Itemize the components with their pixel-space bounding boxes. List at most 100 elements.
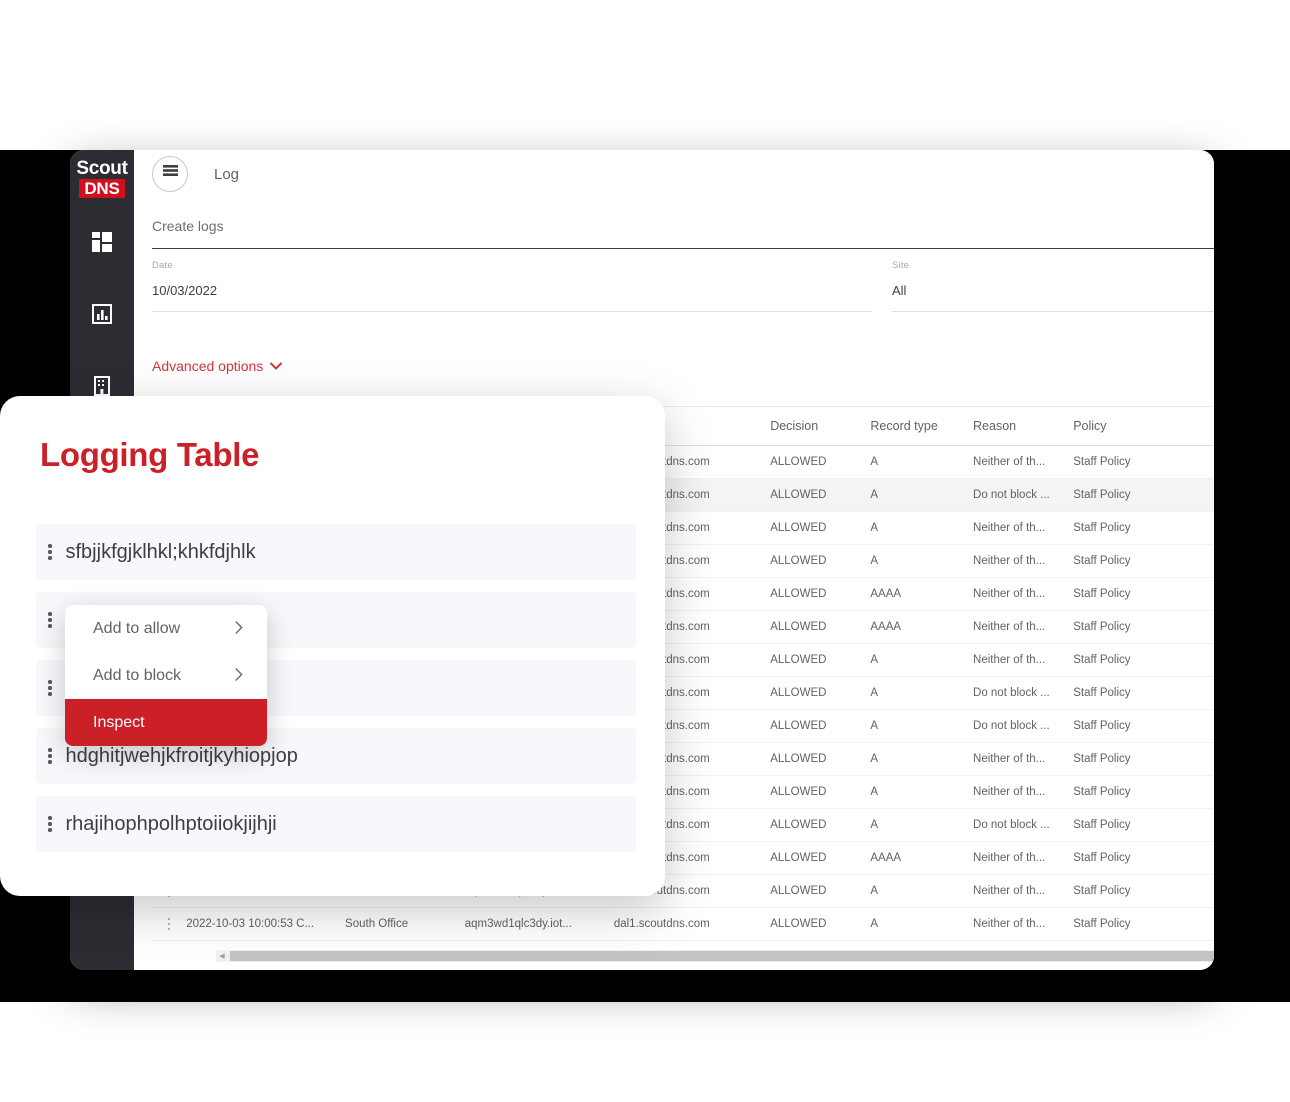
logo-word-scout: Scout (76, 157, 128, 179)
advanced-options-toggle[interactable]: Advanced options (152, 358, 283, 374)
scroll-left-arrow[interactable]: ◀ (216, 950, 228, 962)
cell-decision: ALLOWED (770, 775, 871, 809)
cell-record-type: AAAA (870, 577, 974, 611)
scrollbar-thumb[interactable] (230, 951, 1214, 961)
cell-policy: Staff Policy (1073, 445, 1214, 479)
overlay-card-title: Logging Table (40, 436, 260, 473)
cell-decision: ALLOWED (770, 577, 871, 611)
cell-record-type: A (870, 544, 974, 578)
menu-item-label: Add to block (93, 666, 182, 684)
cell-reason: Neither of th... (973, 841, 1074, 875)
list-item[interactable]: sfbjjkfgjklhkl;khkfdjhlk (36, 524, 636, 580)
list-item[interactable]: rhajihophpolhptoiiokjijhji (36, 796, 636, 852)
cell-record-type: AAAA (870, 841, 974, 875)
cell-record-type: A (870, 511, 974, 545)
row-actions-icon[interactable] (152, 917, 186, 931)
cell-record-type: A (870, 742, 974, 776)
menu-item-add-to-allow[interactable]: Add to allow (65, 605, 267, 652)
cell-policy: Staff Policy (1073, 544, 1214, 578)
cell-policy: Staff Policy (1073, 643, 1214, 677)
cell-decision: ALLOWED (770, 676, 871, 710)
cell-record-type: A (870, 676, 974, 710)
site-field[interactable]: Site All (892, 260, 1214, 312)
create-logs-row[interactable]: Create logs (152, 210, 1214, 249)
cell-decision: ALLOWED (770, 511, 871, 545)
dashboard-grid-icon (91, 231, 113, 253)
date-field-underline (152, 311, 872, 312)
list-menu-button[interactable] (152, 156, 188, 192)
log-filter-form: Create logs Date 10/03/2022 Site All Adv… (134, 198, 1214, 398)
cell-reason: Neither of th... (973, 610, 1074, 644)
create-logs-label: Create logs (152, 218, 224, 234)
menu-item-add-to-block[interactable]: Add to block (65, 652, 267, 699)
cell-policy: Staff Policy (1073, 511, 1214, 545)
cell-record-type: A (870, 709, 974, 743)
col-head-record-type[interactable]: Record type (870, 407, 974, 446)
col-head-policy[interactable]: Policy (1073, 407, 1214, 446)
cell-policy: Staff Policy (1073, 676, 1214, 710)
sidebar-item-dashboard[interactable] (70, 218, 134, 266)
cell-policy: Staff Policy (1073, 577, 1214, 611)
cell-record-type: A (870, 478, 974, 512)
cell-record-type: A (870, 775, 974, 809)
date-field-value: 10/03/2022 (152, 283, 218, 298)
list-item-label: sfbjjkfgjklhkl;khkfdjhlk (65, 540, 256, 563)
row-actions-icon[interactable] (48, 612, 52, 628)
cell-time: 2022-10-03 10:00:53 C... (186, 907, 346, 941)
cell-reason: Neither of th... (973, 445, 1074, 479)
cell-decision: ALLOWED (770, 709, 871, 743)
cell-record-type: A (870, 808, 974, 842)
cell-query: aqm3wd1qlc3dy.iot... (464, 907, 614, 941)
row-actions-icon[interactable] (48, 544, 52, 560)
cell-reason: Do not block ... (973, 709, 1074, 743)
bar-chart-icon (91, 303, 113, 325)
cell-decision: ALLOWED (770, 874, 871, 908)
cell-decision: ALLOWED (770, 544, 871, 578)
cell-record-type: A (870, 874, 974, 908)
row-actions-icon[interactable] (48, 748, 52, 764)
cell-decision: ALLOWED (770, 643, 871, 677)
menu-item-inspect[interactable]: Inspect (65, 699, 267, 746)
cell-reason: Neither of th... (973, 742, 1074, 776)
advanced-options-label: Advanced options (152, 358, 264, 374)
date-field-label: Date (152, 260, 173, 271)
sidebar-item-reports[interactable] (70, 290, 134, 338)
cell-server: dal1.scoutdns.com (613, 907, 771, 941)
cell-decision: ALLOWED (770, 907, 871, 941)
cell-policy: Staff Policy (1073, 775, 1214, 809)
cell-decision: ALLOWED (770, 478, 871, 512)
cell-reason: Do not block ... (973, 808, 1074, 842)
cell-site: South Office (345, 907, 465, 941)
table-row[interactable]: 2022-10-03 10:00:53 C... South Office aqm3… (152, 907, 1214, 941)
cell-reason: Neither of th... (973, 577, 1074, 611)
topbar: Log (134, 150, 1214, 199)
list-menu-icon (162, 165, 178, 183)
site-field-underline (892, 311, 1214, 312)
cell-policy: Staff Policy (1073, 709, 1214, 743)
page-title: Log (214, 165, 240, 183)
row-context-menu: Add to allow Add to block Inspect (65, 605, 267, 746)
col-head-decision[interactable]: Decision (770, 407, 871, 446)
menu-item-label: Add to allow (93, 619, 181, 637)
cell-reason: Neither of th... (973, 544, 1074, 578)
site-field-label: Site (892, 260, 910, 271)
cell-reason: Neither of th... (973, 874, 1074, 908)
cell-policy: Staff Policy (1073, 841, 1214, 875)
horizontal-scrollbar[interactable]: ◀ (216, 950, 1214, 962)
cell-reason: Neither of th... (973, 643, 1074, 677)
building-icon (91, 375, 113, 397)
row-actions-cell[interactable] (152, 907, 187, 941)
col-head-reason[interactable]: Reason (973, 407, 1074, 446)
cell-policy: Staff Policy (1073, 874, 1214, 908)
row-actions-icon[interactable] (48, 816, 52, 832)
site-field-value: All (892, 283, 907, 298)
date-field[interactable]: Date 10/03/2022 (152, 260, 872, 312)
cell-record-type: A (870, 643, 974, 677)
cell-policy: Staff Policy (1073, 610, 1214, 644)
cell-record-type: A (870, 445, 974, 479)
row-actions-icon[interactable] (48, 680, 52, 696)
menu-item-label: Inspect (93, 713, 145, 731)
cell-policy: Staff Policy (1073, 742, 1214, 776)
cell-decision: ALLOWED (770, 742, 871, 776)
chevron-down-icon (270, 362, 283, 370)
